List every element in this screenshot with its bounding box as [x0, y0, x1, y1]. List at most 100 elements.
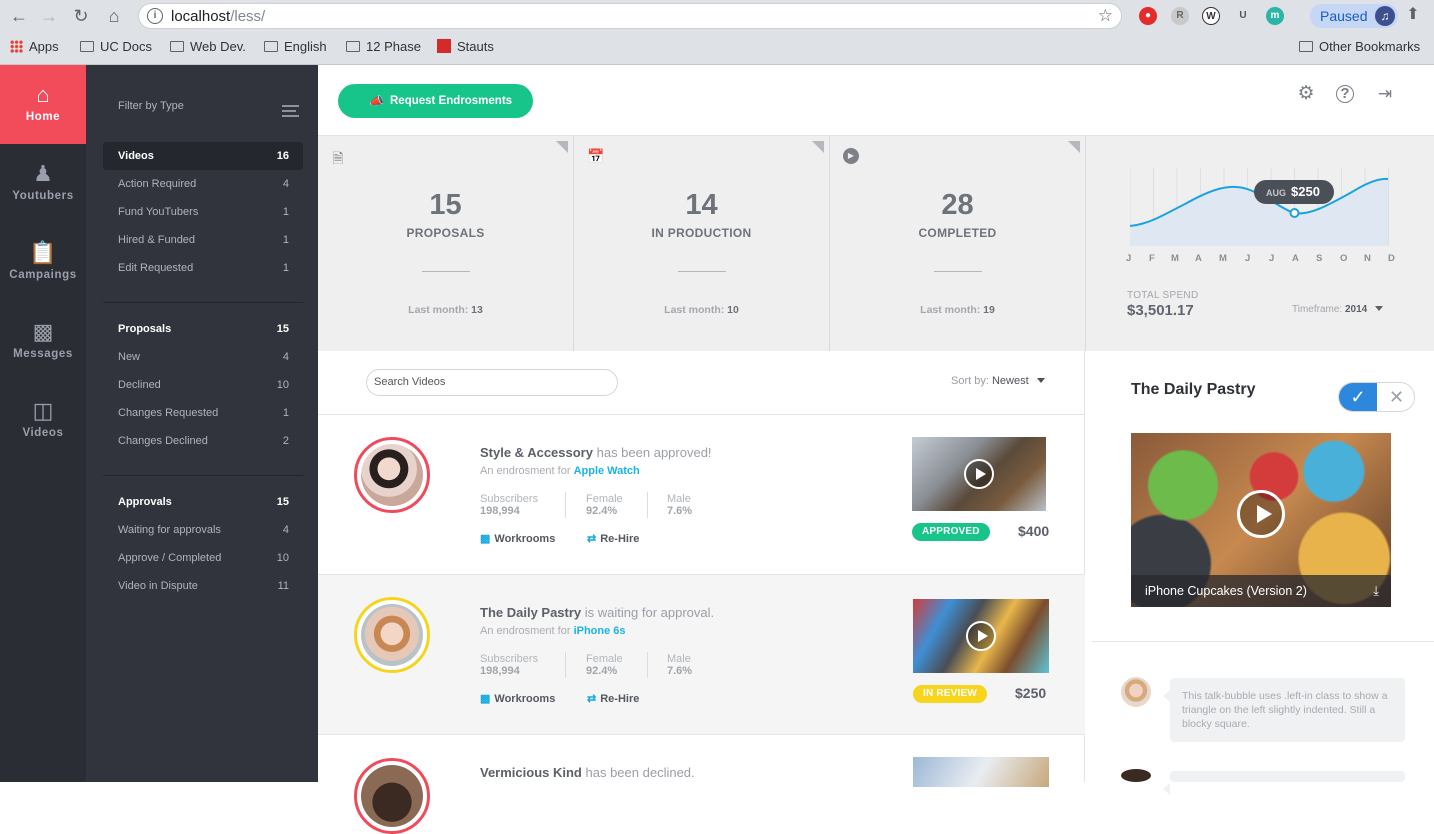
extension-r-icon[interactable]: R [1171, 7, 1189, 25]
calendar-icon: 📅 [587, 148, 605, 164]
bookmark-star-icon[interactable]: ☆ [1098, 6, 1113, 26]
play-icon[interactable] [966, 621, 996, 651]
bookmark-12-phase[interactable]: 12 Phase [346, 37, 421, 57]
x-tick: M [1171, 253, 1179, 264]
filter-count: 4 [282, 351, 289, 363]
status-text: has been approved! [596, 445, 712, 460]
nav-youtubers[interactable]: ♟ Youtubers [0, 144, 86, 223]
forward-icon[interactable]: → [38, 5, 60, 27]
filter-item-videos[interactable]: Videos 16 [103, 142, 303, 170]
bookmark-other[interactable]: Other Bookmarks [1299, 37, 1420, 57]
folder-icon [170, 41, 184, 52]
reject-button[interactable]: ✕ [1377, 383, 1414, 411]
video-subtitle: An endrosment for iPhone 6s [480, 625, 626, 637]
url-host: localhost [171, 8, 231, 25]
channel-name[interactable]: Style & Accessory [480, 445, 593, 460]
home-browser-icon[interactable]: ⌂ [103, 5, 125, 27]
chart-x-axis: J F M A M J J A S O N D [1126, 253, 1396, 265]
back-icon[interactable]: ← [8, 5, 30, 27]
metric-female: Female 92.4% [586, 493, 623, 517]
bookmark-english[interactable]: English [264, 37, 327, 57]
nav-home[interactable]: ⌂ Home [0, 65, 86, 144]
profile-paused-button[interactable]: Paused ♫ [1310, 4, 1398, 28]
info-icon[interactable]: i [147, 8, 163, 24]
workrooms-link[interactable]: ▩ Workrooms [480, 692, 555, 705]
rehire-link[interactable]: ⇄ Re-Hire [587, 692, 639, 705]
repeat-icon: ⇄ [587, 533, 597, 545]
filter-item[interactable]: Changes Declined 2 [103, 427, 303, 455]
chevron-down-icon [1375, 306, 1384, 311]
nav-videos[interactable]: ◫ Videos [0, 381, 86, 460]
logout-icon[interactable]: ⇥ [1375, 84, 1395, 104]
filter-item[interactable]: Action Required 4 [103, 170, 303, 198]
top-bar: 📣 Request Endrosments ⚙ ? ⇥ [318, 65, 1434, 135]
extension-adblock-icon[interactable]: ● [1139, 7, 1157, 25]
filter-item-approvals[interactable]: Approvals 15 [103, 488, 303, 516]
timeframe-select[interactable]: Timeframe: 2014 [1292, 304, 1384, 315]
bookmark-apps[interactable]: Apps [10, 37, 59, 57]
stat-value: 15 [429, 189, 462, 221]
bookmark-web-dev[interactable]: Web Dev. [170, 37, 246, 57]
search-videos-input[interactable]: Search Videos [366, 369, 618, 396]
gear-icon[interactable]: ⚙ [1296, 84, 1316, 104]
filter-item[interactable]: Edit Requested 1 [103, 254, 303, 282]
bookmark-uc-docs[interactable]: UC Docs [80, 37, 152, 57]
nav-campaings[interactable]: 📋 Campaings [0, 223, 86, 302]
update-icon[interactable]: ⬆ [1402, 4, 1424, 26]
play-icon[interactable] [1237, 490, 1285, 538]
metric-value: 198,994 [480, 505, 520, 517]
reload-icon[interactable]: ↻ [70, 5, 92, 27]
help-icon[interactable]: ? [1336, 85, 1354, 103]
filter-item[interactable]: Video in Dispute 11 [103, 572, 303, 600]
metric-label: Subscribers [480, 493, 539, 505]
stat-card-completed[interactable]: ▶ 28 COMPLETED Last month: 19 [830, 136, 1086, 351]
approve-button[interactable]: ✓ [1339, 383, 1377, 411]
product-link[interactable]: Apple Watch [574, 465, 640, 477]
extension-u-icon[interactable]: U [1234, 7, 1252, 25]
channel-name[interactable]: The Daily Pastry [480, 605, 581, 620]
extension-w-icon[interactable]: W [1202, 7, 1220, 25]
channel-name[interactable]: Vermicious Kind [480, 765, 582, 780]
video-row[interactable]: Style & Accessory has been approved! An … [318, 414, 1085, 574]
play-icon[interactable] [964, 459, 994, 489]
filter-item[interactable]: Waiting for approvals 4 [103, 516, 303, 544]
filter-count: 4 [282, 178, 289, 190]
video-thumbnail[interactable] [912, 437, 1046, 511]
sort-select[interactable]: Sort by: Newest [951, 375, 1045, 387]
address-bar[interactable]: i localhost/less/ ☆ [138, 3, 1122, 29]
filter-count: 15 [276, 323, 289, 335]
video-row[interactable]: The Daily Pastry is waiting for approval… [318, 574, 1085, 734]
product-link[interactable]: iPhone 6s [574, 625, 626, 637]
filter-item[interactable]: Hired & Funded 1 [103, 226, 303, 254]
filter-item[interactable]: Approve / Completed 10 [103, 544, 303, 572]
filter-item[interactable]: Fund YouTubers 1 [103, 198, 303, 226]
clipboard-icon: 📋 [29, 240, 57, 265]
bookmark-stauts[interactable]: Stauts [437, 37, 494, 57]
request-endorsements-button[interactable]: 📣 Request Endrosments [338, 84, 533, 118]
divider [934, 271, 982, 272]
extension-m-icon[interactable]: m [1266, 7, 1284, 25]
video-row[interactable]: Vermicious Kind has been declined. [318, 734, 1085, 834]
detail-video-thumbnail[interactable]: iPhone Cupcakes (Version 2) ⤓ [1131, 433, 1391, 607]
nav-label: Campaings [9, 269, 77, 281]
filter-item[interactable]: Changes Requested 1 [103, 399, 303, 427]
video-thumbnail[interactable] [913, 599, 1049, 673]
total-spend-value: $3,501.17 [1127, 302, 1194, 319]
video-thumbnail[interactable] [913, 757, 1049, 787]
stat-card-proposals[interactable]: 🗎 15 PROPOSALS Last month: 13 [318, 136, 574, 351]
filter-count: 1 [282, 234, 289, 246]
filter-item[interactable]: New 4 [103, 343, 303, 371]
filter-item[interactable]: Declined 10 [103, 371, 303, 399]
stat-card-in-production[interactable]: 📅 14 IN PRODUCTION Last month: 10 [574, 136, 830, 351]
x-tick: N [1364, 253, 1371, 264]
workrooms-link[interactable]: ▩ Workrooms [480, 532, 555, 545]
rehire-link[interactable]: ⇄ Re-Hire [587, 532, 639, 545]
timeframe-value: 2014 [1344, 304, 1368, 315]
filter-item-proposals[interactable]: Proposals 15 [103, 315, 303, 343]
menu-icon[interactable] [282, 105, 299, 117]
metric-subscribers: Subscribers 198,994 [480, 653, 538, 677]
filter-count: 11 [277, 580, 289, 592]
rehire-label: Re-Hire [600, 533, 640, 545]
download-icon[interactable]: ⤓ [1373, 575, 1379, 607]
nav-messages[interactable]: ▩ Messages [0, 302, 86, 381]
